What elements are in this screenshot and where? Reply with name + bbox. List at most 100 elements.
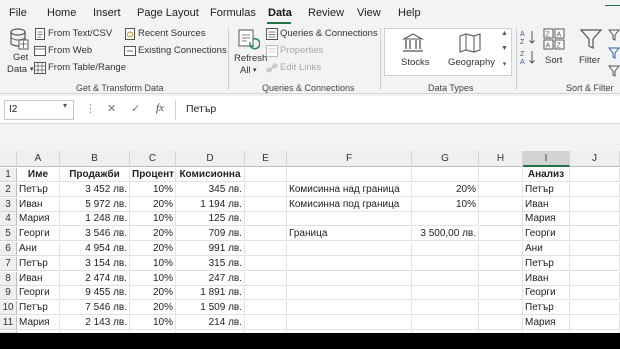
column-header-c[interactable]: C bbox=[130, 151, 176, 167]
cell-g10[interactable] bbox=[412, 301, 479, 315]
column-header-d[interactable]: D bbox=[176, 151, 245, 167]
cell-e1[interactable] bbox=[245, 168, 287, 182]
cell-b1[interactable]: Продажби bbox=[60, 168, 130, 182]
cell-i7[interactable]: Петър bbox=[523, 257, 570, 271]
row-header-3[interactable]: 3 bbox=[0, 198, 17, 212]
cell-i10[interactable]: Петър bbox=[523, 301, 570, 315]
cell-e3[interactable] bbox=[245, 198, 287, 212]
cell-a7[interactable]: Петър bbox=[17, 257, 60, 271]
cell-f3[interactable]: Комисинна под граница bbox=[287, 198, 412, 212]
cell-h5[interactable] bbox=[479, 227, 523, 241]
cell-c4[interactable]: 10% bbox=[130, 212, 176, 226]
chevron-down-icon[interactable]: ▾ bbox=[63, 101, 67, 110]
column-header-f[interactable]: F bbox=[287, 151, 412, 167]
cell-i6[interactable]: Ани bbox=[523, 242, 570, 256]
cell-f6[interactable] bbox=[287, 242, 412, 256]
cell-h2[interactable] bbox=[479, 183, 523, 197]
row-header-6[interactable]: 6 bbox=[0, 242, 17, 256]
cell-b9[interactable]: 9 455 лв. bbox=[60, 286, 130, 300]
filter-button[interactable]: Filter bbox=[575, 28, 607, 78]
cell-a5[interactable]: Георги bbox=[17, 227, 60, 241]
gallery-scroll-down[interactable]: ▼ bbox=[499, 45, 510, 59]
cell-d4[interactable]: 125 лв. bbox=[176, 212, 245, 226]
enter-icon[interactable]: ✓ bbox=[131, 102, 140, 115]
cell-b3[interactable]: 5 972 лв. bbox=[60, 198, 130, 212]
sort-ascending-button[interactable]: AZ bbox=[520, 29, 536, 45]
cell-h7[interactable] bbox=[479, 257, 523, 271]
gallery-scroll-up[interactable]: ▲ bbox=[499, 30, 510, 44]
cell-c9[interactable]: 20% bbox=[130, 286, 176, 300]
cell-a8[interactable]: Иван bbox=[17, 272, 60, 286]
cell-h1[interactable] bbox=[479, 168, 523, 182]
cell-c1[interactable]: Процент bbox=[130, 168, 176, 182]
cell-b6[interactable]: 4 954 лв. bbox=[60, 242, 130, 256]
cancel-icon[interactable]: ✕ bbox=[107, 102, 116, 115]
cell-d2[interactable]: 345 лв. bbox=[176, 183, 245, 197]
cell-g9[interactable] bbox=[412, 286, 479, 300]
cell-g3[interactable]: 10% bbox=[412, 198, 479, 212]
properties-button[interactable]: Properties bbox=[266, 44, 336, 58]
row-header-4[interactable]: 4 bbox=[0, 212, 17, 226]
cell-e5[interactable] bbox=[245, 227, 287, 241]
cell-j11[interactable] bbox=[570, 316, 620, 330]
recent-sources-button[interactable]: Recent Sources bbox=[124, 27, 214, 41]
existing-connections-button[interactable]: Existing Connections bbox=[124, 44, 227, 58]
cell-e6[interactable] bbox=[245, 242, 287, 256]
cell-j9[interactable] bbox=[570, 286, 620, 300]
tab-insert[interactable]: Insert bbox=[93, 7, 121, 19]
row-header-10[interactable]: 10 bbox=[0, 301, 17, 315]
cell-g7[interactable] bbox=[412, 257, 479, 271]
cell-i2[interactable]: Петър bbox=[523, 183, 570, 197]
cell-g4[interactable] bbox=[412, 212, 479, 226]
cell-e11[interactable] bbox=[245, 316, 287, 330]
cell-g8[interactable] bbox=[412, 272, 479, 286]
row-header-1[interactable]: 1 bbox=[0, 168, 17, 182]
cell-d6[interactable]: 991 лв. bbox=[176, 242, 245, 256]
tab-page-layout[interactable]: Page Layout bbox=[137, 7, 199, 19]
cell-i3[interactable]: Иван bbox=[523, 198, 570, 212]
cell-a1[interactable]: Име bbox=[17, 168, 60, 182]
cell-d9[interactable]: 1 891 лв. bbox=[176, 286, 245, 300]
cell-f7[interactable] bbox=[287, 257, 412, 271]
column-header-j[interactable]: J bbox=[570, 151, 620, 167]
cell-b11[interactable]: 2 143 лв. bbox=[60, 316, 130, 330]
cell-d3[interactable]: 1 194 лв. bbox=[176, 198, 245, 212]
refresh-all-button[interactable]: Refresh All ▾ bbox=[232, 28, 267, 78]
cell-e2[interactable] bbox=[245, 183, 287, 197]
sort-button[interactable]: Z A A Z Sort bbox=[540, 28, 568, 78]
cell-h8[interactable] bbox=[479, 272, 523, 286]
cell-a10[interactable]: Петър bbox=[17, 301, 60, 315]
cell-c10[interactable]: 20% bbox=[130, 301, 176, 315]
cell-b5[interactable]: 3 546 лв. bbox=[60, 227, 130, 241]
cell-f11[interactable] bbox=[287, 316, 412, 330]
column-header-a[interactable]: A bbox=[17, 151, 60, 167]
cell-g1[interactable] bbox=[412, 168, 479, 182]
tab-file[interactable]: File bbox=[9, 7, 27, 19]
stocks-button[interactable]: Stocks bbox=[389, 29, 439, 75]
cell-g11[interactable] bbox=[412, 316, 479, 330]
cell-c3[interactable]: 20% bbox=[130, 198, 176, 212]
cell-i11[interactable]: Мария bbox=[523, 316, 570, 330]
cell-j3[interactable] bbox=[570, 198, 620, 212]
cell-j8[interactable] bbox=[570, 272, 620, 286]
cell-f4[interactable] bbox=[287, 212, 412, 226]
insert-function-icon[interactable]: fx bbox=[156, 102, 164, 114]
cell-f9[interactable] bbox=[287, 286, 412, 300]
cell-d11[interactable]: 214 лв. bbox=[176, 316, 245, 330]
cell-f1[interactable] bbox=[287, 168, 412, 182]
gallery-expand[interactable]: ▾ bbox=[499, 60, 510, 74]
cell-c7[interactable]: 10% bbox=[130, 257, 176, 271]
from-table-range-button[interactable]: From Table/Range bbox=[34, 61, 126, 75]
cell-e10[interactable] bbox=[245, 301, 287, 315]
cell-j10[interactable] bbox=[570, 301, 620, 315]
cell-j6[interactable] bbox=[570, 242, 620, 256]
cell-i4[interactable]: Мария bbox=[523, 212, 570, 226]
cell-b10[interactable]: 7 546 лв. bbox=[60, 301, 130, 315]
sort-descending-button[interactable]: ZA bbox=[520, 49, 536, 65]
tab-data[interactable]: Data bbox=[268, 7, 292, 19]
cell-a2[interactable]: Петър bbox=[17, 183, 60, 197]
column-header-h[interactable]: H bbox=[479, 151, 523, 167]
cell-a6[interactable]: Ани bbox=[17, 242, 60, 256]
clear-filter-button[interactable] bbox=[608, 29, 620, 41]
cell-c6[interactable]: 20% bbox=[130, 242, 176, 256]
